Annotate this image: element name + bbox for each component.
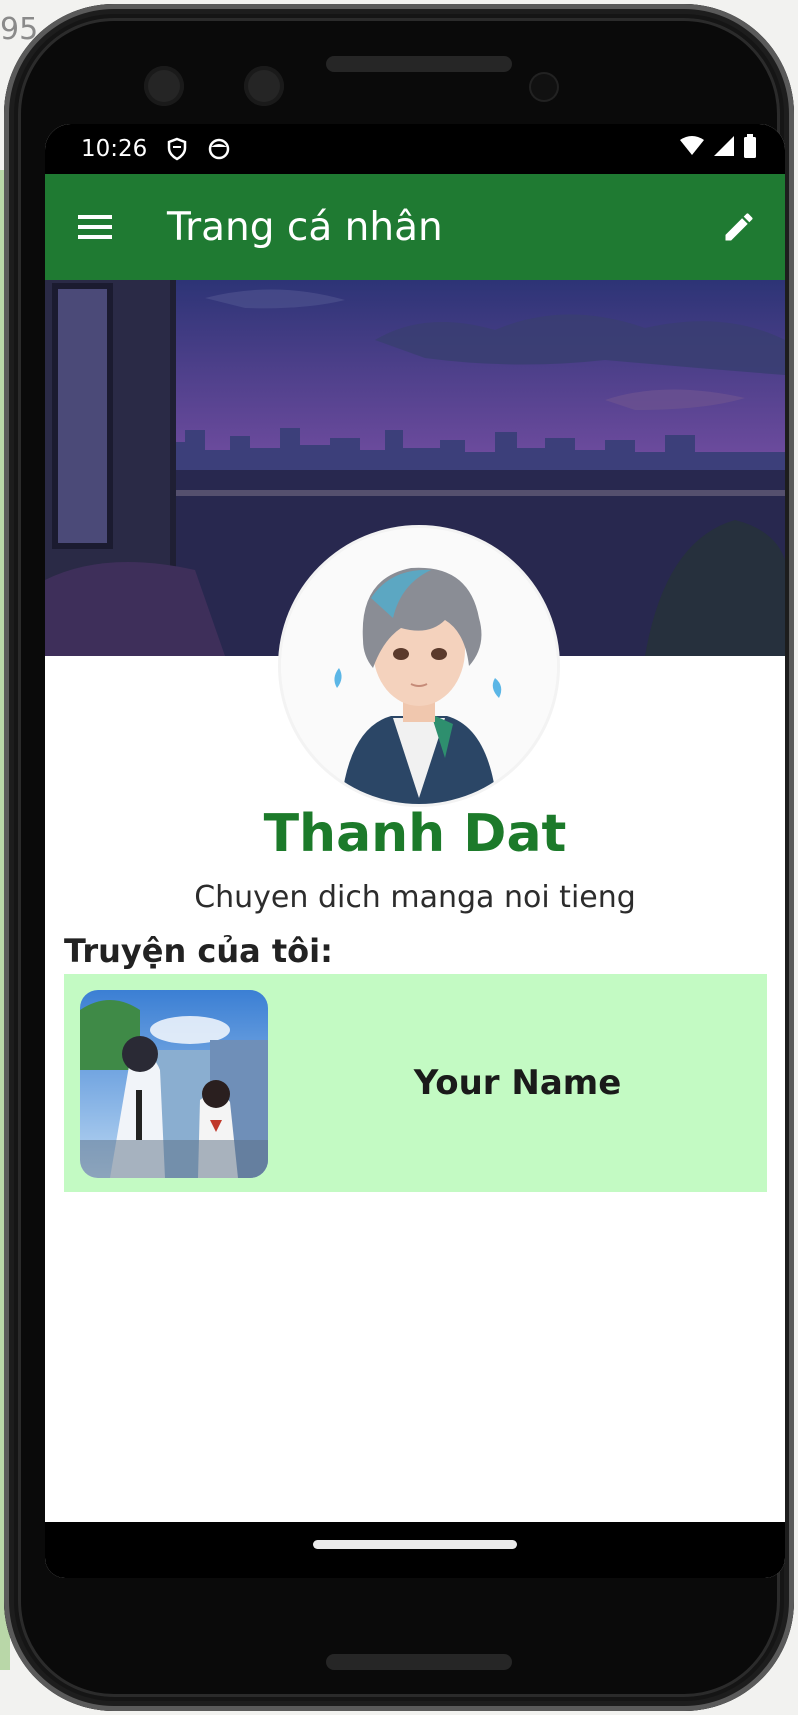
battery-icon	[743, 133, 757, 165]
bottom-speaker	[326, 1654, 512, 1670]
shield-icon	[165, 137, 189, 161]
status-time: 10:26	[81, 136, 148, 162]
status-bar: 10:26	[45, 124, 785, 174]
story-card[interactable]: Your Name	[64, 974, 767, 1192]
front-camera	[144, 66, 184, 106]
my-stories-heading: Truyện của tôi:	[64, 932, 333, 970]
proximity-sensor	[531, 74, 557, 100]
wifi-icon	[679, 135, 705, 164]
page-title: Trang cá nhân	[167, 204, 443, 250]
pencil-icon[interactable]	[717, 205, 761, 249]
app-screen: 10:26 Trang cá nhân Thanh Dat Chuyen dic…	[45, 124, 785, 1578]
navigation-bar	[45, 1522, 785, 1578]
app-bar: Trang cá nhân	[45, 174, 785, 280]
avatar[interactable]	[281, 528, 557, 804]
earpiece-speaker	[326, 56, 512, 72]
profile-name: Thanh Dat	[263, 804, 567, 864]
home-gesture-handle[interactable]	[313, 1540, 517, 1549]
front-camera-secondary	[244, 66, 284, 106]
hamburger-menu-icon[interactable]	[75, 207, 115, 247]
story-cover-image	[80, 990, 268, 1178]
signal-icon	[713, 135, 735, 164]
story-title: Your Name	[413, 1063, 622, 1103]
face-icon	[207, 137, 231, 161]
profile-bio: Chuyen dich manga noi tieng	[194, 880, 636, 915]
